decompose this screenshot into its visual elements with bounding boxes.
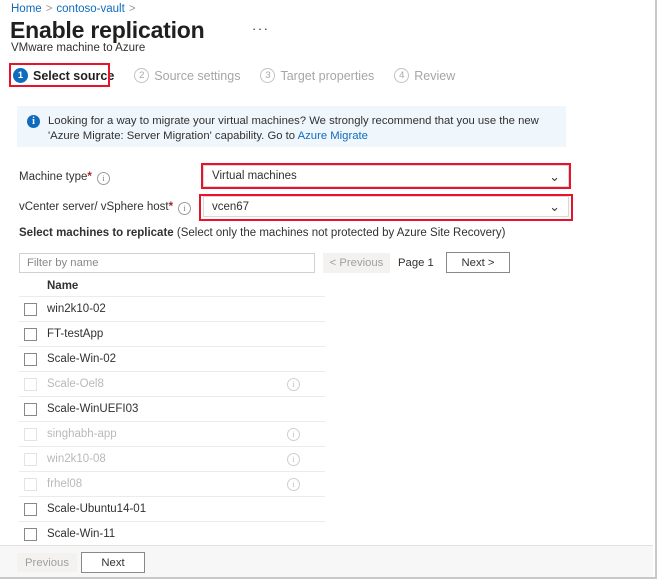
vcenter-required-asterisk: * — [169, 201, 173, 213]
table-row[interactable]: Scale-Win-02 — [19, 347, 325, 372]
row-info-icon[interactable]: i — [287, 378, 300, 391]
machine-type-label-text: Machine type — [19, 171, 87, 183]
machine-name: FT-testApp — [47, 328, 103, 340]
row-checkbox[interactable] — [24, 528, 37, 541]
table-row: win2k10-08 i — [19, 447, 325, 472]
column-header-name: Name — [47, 280, 78, 292]
tab-source-settings-label: Source settings — [154, 69, 240, 83]
machine-name: Scale-Win-02 — [47, 353, 116, 365]
chevron-down-icon: ⌄ — [549, 200, 560, 213]
info-banner-message: Looking for a way to migrate your virtua… — [48, 115, 539, 142]
tab-select-source-label: Select source — [33, 69, 114, 83]
info-icon: i — [27, 115, 40, 128]
more-options-icon[interactable]: ··· — [252, 26, 270, 38]
table-row: singhabh-app i — [19, 422, 325, 447]
machine-name: frhel08 — [47, 478, 82, 490]
step-number-3: 3 — [260, 68, 275, 83]
machine-name: singhabh-app — [47, 428, 117, 440]
pagination-previous-button[interactable]: < Previous — [323, 253, 390, 273]
table-row: Scale-Oel8 i — [19, 372, 325, 397]
step-number-2: 2 — [134, 68, 149, 83]
table-row: frhel08 i — [19, 472, 325, 497]
table-row[interactable]: Scale-Win-11 — [19, 522, 325, 547]
machine-name: Scale-WinUEFI03 — [47, 403, 138, 415]
machine-type-required-asterisk: * — [87, 171, 91, 183]
machine-type-value: Virtual machines — [212, 170, 297, 182]
vcenter-value: vcen67 — [212, 201, 249, 213]
breadcrumb-separator-1: > — [42, 3, 57, 15]
previous-button[interactable]: Previous — [17, 553, 77, 572]
table-header-row: Name — [19, 276, 325, 297]
table-row[interactable]: win2k10-02 — [19, 297, 325, 322]
machine-name: Scale-Oel8 — [47, 378, 104, 390]
row-checkbox — [24, 378, 37, 391]
row-checkbox — [24, 478, 37, 491]
pagination-page-label: Page 1 — [398, 253, 434, 273]
breadcrumb: Home>contoso-vault> — [11, 3, 140, 15]
vcenter-info-icon[interactable]: i — [178, 202, 191, 215]
page-title: Enable replication — [10, 17, 205, 44]
machine-type-info-icon[interactable]: i — [97, 172, 110, 185]
row-checkbox[interactable] — [24, 403, 37, 416]
row-checkbox[interactable] — [24, 353, 37, 366]
select-machines-heading-note: (Select only the machines not protected … — [174, 227, 506, 239]
tab-target-properties[interactable]: 3 Target properties — [260, 68, 374, 83]
machine-type-label: Machine type* i — [19, 171, 110, 185]
chevron-down-icon: ⌄ — [549, 170, 560, 183]
machine-name: win2k10-08 — [47, 453, 106, 465]
vcenter-label-text: vCenter server/ vSphere host — [19, 201, 169, 213]
row-checkbox — [24, 428, 37, 441]
row-info-icon[interactable]: i — [287, 453, 300, 466]
info-banner-text: Looking for a way to migrate your virtua… — [48, 114, 556, 147]
info-banner: i Looking for a way to migrate your virt… — [17, 106, 566, 147]
row-info-icon[interactable]: i — [287, 478, 300, 491]
select-machines-heading-bold: Select machines to replicate — [19, 227, 174, 239]
tab-review-label: Review — [414, 69, 455, 83]
table-row[interactable]: Scale-Ubuntu14-01 — [19, 497, 325, 522]
machine-name: Scale-Ubuntu14-01 — [47, 503, 146, 515]
machine-name: win2k10-02 — [47, 303, 106, 315]
row-checkbox[interactable] — [24, 328, 37, 341]
vcenter-label: vCenter server/ vSphere host* i — [19, 201, 191, 215]
breadcrumb-separator-2: > — [125, 3, 140, 15]
breadcrumb-item-contoso-vault[interactable]: contoso-vault — [56, 3, 124, 15]
machine-type-dropdown[interactable]: Virtual machines ⌄ — [203, 165, 569, 187]
row-checkbox[interactable] — [24, 303, 37, 316]
next-button[interactable]: Next — [81, 552, 145, 573]
step-number-1: 1 — [13, 68, 28, 83]
vcenter-dropdown[interactable]: vcen67 ⌄ — [203, 196, 569, 217]
machines-table: Name win2k10-02 FT-testApp Scale-Win-02 … — [19, 276, 325, 547]
pagination-next-button[interactable]: Next > — [446, 252, 510, 273]
tab-source-settings[interactable]: 2 Source settings — [134, 68, 240, 83]
machine-name: Scale-Win-11 — [47, 528, 115, 540]
tab-target-properties-label: Target properties — [280, 69, 374, 83]
page-subtitle: VMware machine to Azure — [11, 42, 145, 54]
table-row[interactable]: Scale-WinUEFI03 — [19, 397, 325, 422]
breadcrumb-item-home[interactable]: Home — [11, 3, 42, 15]
filter-by-name-input[interactable] — [19, 253, 315, 273]
row-checkbox[interactable] — [24, 503, 37, 516]
select-machines-heading: Select machines to replicate (Select onl… — [19, 227, 505, 239]
step-number-4: 4 — [394, 68, 409, 83]
tab-select-source[interactable]: 1 Select source — [13, 68, 114, 83]
wizard-steps: 1 Select source 2 Source settings 3 Targ… — [13, 68, 475, 83]
table-row[interactable]: FT-testApp — [19, 322, 325, 347]
row-checkbox — [24, 453, 37, 466]
azure-migrate-link[interactable]: Azure Migrate — [298, 130, 368, 142]
enable-replication-page: Home>contoso-vault> Enable replication ·… — [0, 0, 657, 579]
tab-review[interactable]: 4 Review — [394, 68, 455, 83]
row-info-icon[interactable]: i — [287, 428, 300, 441]
